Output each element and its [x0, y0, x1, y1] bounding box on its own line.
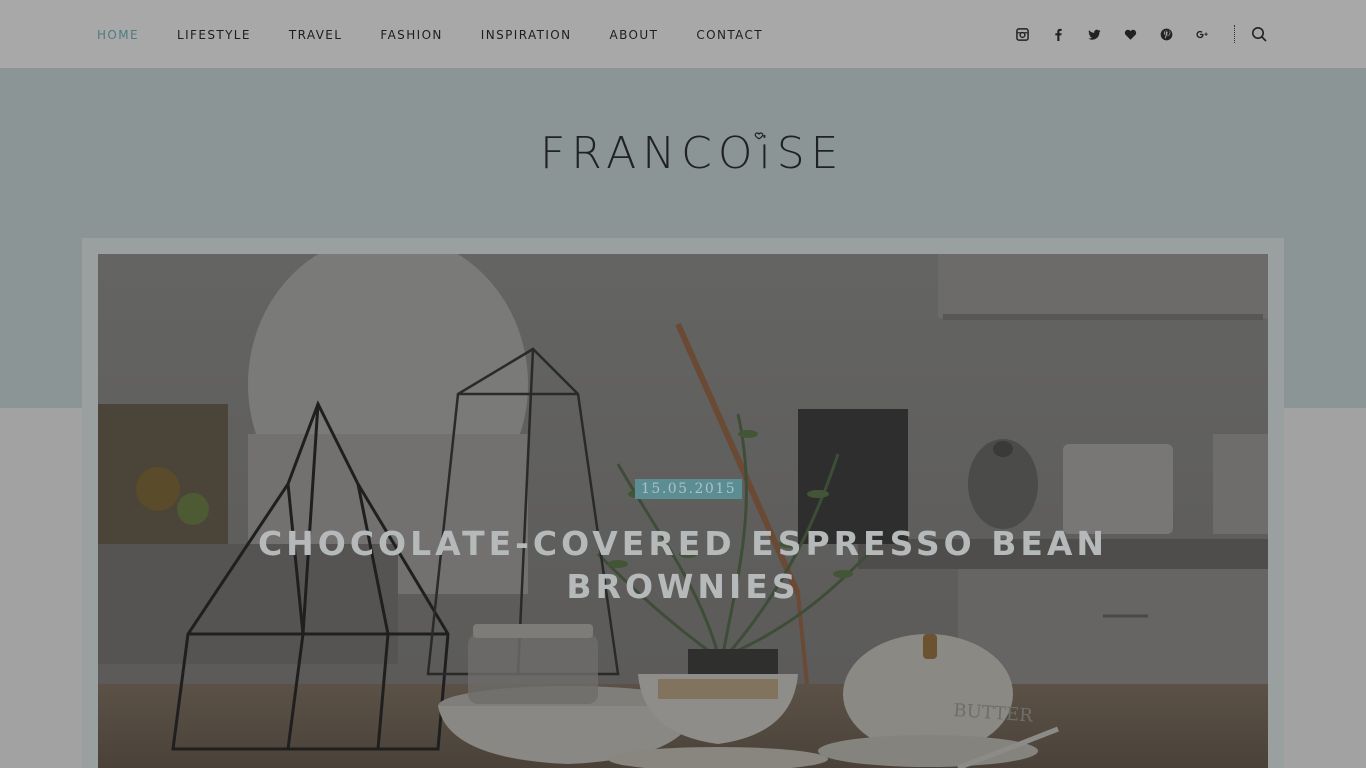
featured-post-title[interactable]: CHOCOLATE-COVERED ESPRESSO BEAN BROWNIES: [200, 522, 1166, 608]
kitchen-scene-illustration: BUTTER: [98, 254, 1268, 768]
nav-item-about[interactable]: ABOUT: [610, 27, 659, 43]
pinterest-icon[interactable]: [1156, 24, 1176, 44]
main-nav: HOME LIFESTYLE TRAVEL FASHION INSPIRATIO…: [97, 27, 801, 43]
nav-item-travel[interactable]: TRAVEL: [289, 27, 343, 43]
top-bar: HOME LIFESTYLE TRAVEL FASHION INSPIRATIO…: [0, 0, 1366, 68]
instagram-icon[interactable]: [1012, 24, 1032, 44]
featured-image[interactable]: BUTTER: [98, 254, 1268, 768]
facebook-icon[interactable]: [1048, 24, 1068, 44]
nav-item-contact[interactable]: CONTACT: [696, 27, 763, 43]
nav-item-home[interactable]: HOME: [97, 27, 139, 43]
social-divider: [1234, 25, 1235, 43]
twitter-icon[interactable]: [1084, 24, 1104, 44]
site-logo[interactable]: FRANCOiSE: [540, 124, 838, 180]
heart-icon[interactable]: [1120, 24, 1140, 44]
nav-item-inspiration[interactable]: INSPIRATION: [481, 27, 572, 43]
google-plus-icon[interactable]: [1192, 24, 1212, 44]
search-icon[interactable]: [1249, 24, 1269, 44]
logo-heart-icon: [754, 132, 764, 140]
social-links: [996, 24, 1269, 44]
post-date-badge: 15.05.2015: [635, 479, 743, 499]
nav-item-lifestyle[interactable]: LIFESTYLE: [177, 27, 251, 43]
nav-item-fashion[interactable]: FASHION: [380, 27, 442, 43]
